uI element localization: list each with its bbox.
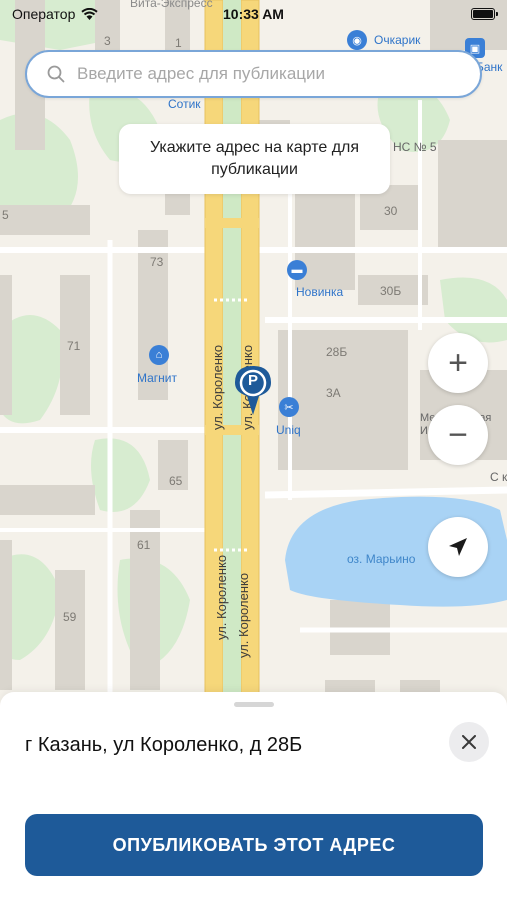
address-search-input[interactable] [77,64,437,84]
scissors-icon[interactable]: ✂ [279,397,299,417]
address-bottom-sheet: г Казань, ул Короленко, д 28Б ОПУБЛИКОВА… [0,692,507,900]
zoom-out-button[interactable]: − [428,405,488,465]
shop-basket-icon[interactable]: ⌂ [149,345,169,365]
minus-icon: − [448,416,468,454]
glasses-icon[interactable]: ◉ [347,30,367,50]
sheet-grabber[interactable] [234,702,274,707]
my-location-button[interactable] [428,517,488,577]
house-number: 59 [63,610,77,624]
street-label: ул. Короленко [214,554,229,640]
poi-label[interactable]: Магнит [137,371,177,385]
house-number: 30 [384,204,398,218]
map-hint-tooltip: Укажите адрес на карте для публикации [119,124,390,194]
house-number: 5 [2,208,9,222]
plus-icon: + [448,344,468,382]
lake-label: оз. Марьино [347,552,416,566]
house-number: 30Б [380,284,402,298]
status-bar: Оператор 10:33 AM [0,0,507,28]
close-icon [462,735,476,749]
publish-address-button[interactable]: ОПУБЛИКОВАТЬ ЭТОТ АДРЕС [25,814,483,876]
house-number: 1 [175,36,182,50]
house-number: 3 [104,34,111,48]
hint-text: Укажите адрес на карте для публикации [149,139,360,178]
street-label: ул. Короленко [210,344,225,430]
street-label: ул. Короленко [236,572,251,658]
place-label: С ко [490,470,507,484]
poi-label[interactable]: Uniq [276,423,301,437]
house-number: 71 [67,339,81,353]
house-number: 61 [137,538,151,552]
place-label: НС № 5 [393,140,437,154]
search-icon [47,65,65,83]
wifi-icon [81,8,98,20]
poi-label[interactable]: Очкарик [374,33,420,47]
house-number: 3А [326,386,341,400]
battery-icon [471,8,498,20]
parking-pin-marker[interactable]: P [235,366,271,416]
search-bar[interactable] [25,50,482,98]
house-number: 28Б [326,345,348,359]
status-time: 10:33 AM [223,6,284,22]
carrier-name: Оператор [12,6,76,22]
house-number: 65 [169,474,183,488]
poi-label[interactable]: Новинка [296,285,343,299]
close-button[interactable] [449,722,489,762]
house-number: 73 [150,255,164,269]
hotel-icon[interactable]: ▬ [287,260,307,280]
location-arrow-icon [449,538,467,556]
selected-address: г Казань, ул Короленко, д 28Б [25,734,303,756]
pin-letter: P [247,372,258,389]
zoom-in-button[interactable]: + [428,333,488,393]
poi-label[interactable]: Сотик [168,97,201,111]
